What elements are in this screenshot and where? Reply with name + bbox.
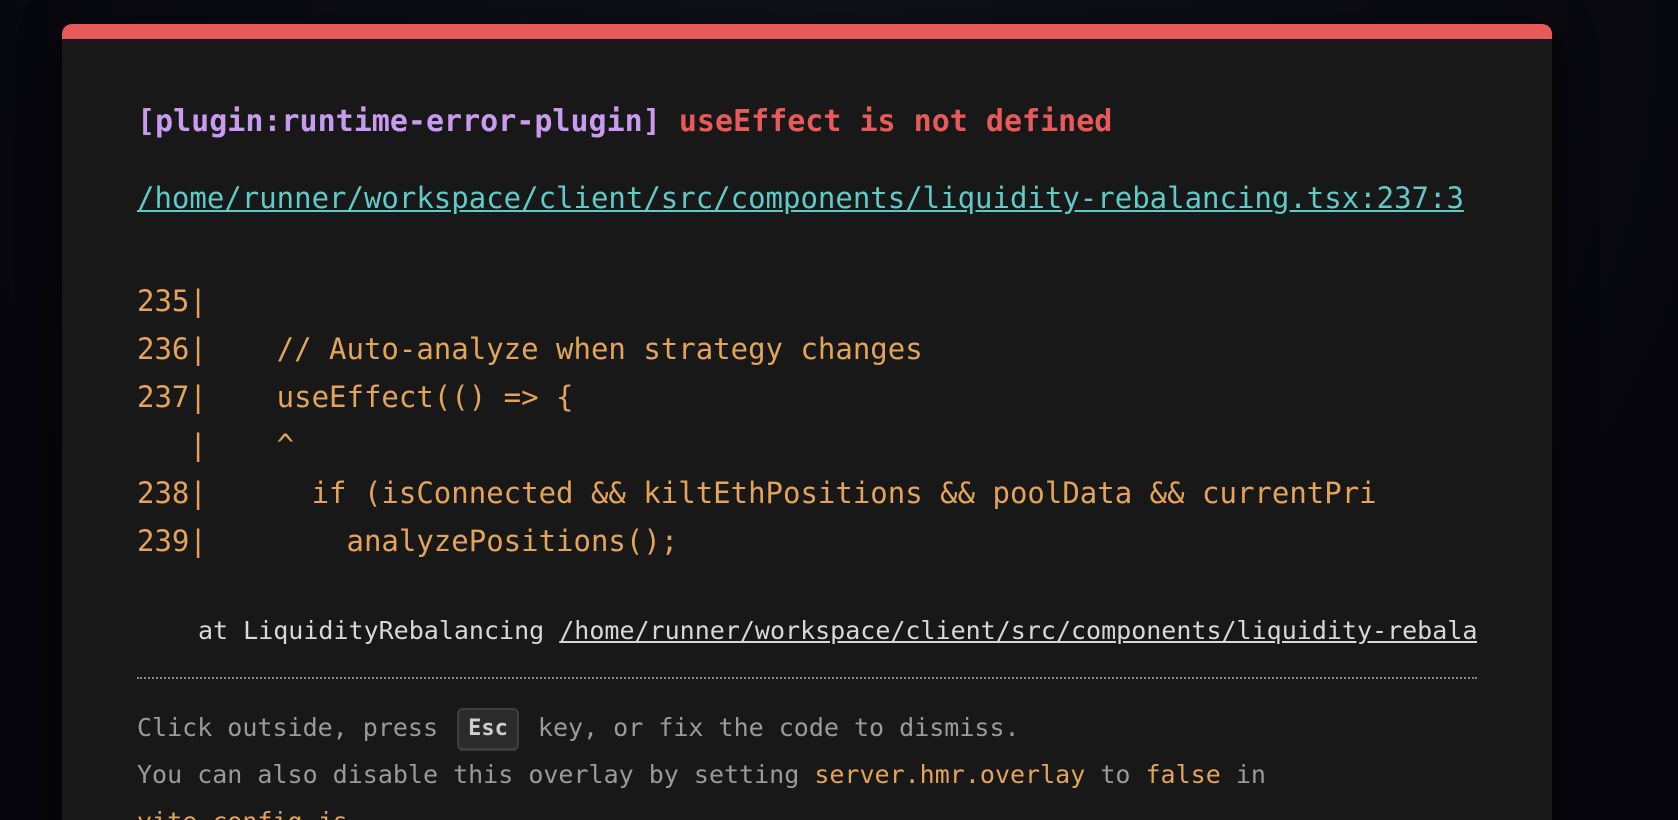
stack-file-link[interactable]: /home/runner/workspace/client/src/compon…	[559, 616, 1477, 645]
tip-line-2: You can also disable this overlay by set…	[137, 751, 1477, 798]
tip-text: You can also disable this overlay by set…	[137, 760, 800, 789]
esc-key: Esc	[457, 708, 519, 751]
code-frame: 235| 236| // Auto-analyze when strategy …	[137, 277, 1477, 565]
tip-text: .	[348, 807, 363, 820]
false-code: false	[1145, 760, 1221, 789]
tip-text: in	[1235, 760, 1266, 789]
tip-line-3: vite.config.js.	[137, 798, 1477, 820]
tip-text: key, or fix the code to dismiss.	[537, 713, 1020, 742]
plugin-name: [plugin:runtime-error-plugin]	[137, 104, 661, 139]
tip-text: Click outside, press	[137, 713, 439, 742]
error-message-body: useEffect is not defined	[678, 104, 1113, 139]
code-frame-line: 237| useEffect(() => {	[137, 380, 574, 414]
tip-text: to	[1100, 760, 1131, 789]
config-file-code: vite.config.js	[137, 807, 348, 820]
error-file-link[interactable]: /home/runner/workspace/client/src/compon…	[137, 174, 1477, 222]
dismiss-tip: Click outside, press Esc key, or fix the…	[137, 704, 1477, 820]
code-frame-line: 239| analyzePositions();	[137, 524, 679, 558]
error-message: [plugin:runtime-error-plugin] useEffect …	[137, 107, 1112, 137]
stack-function: at LiquidityRebalancing	[198, 616, 545, 645]
code-frame-line: 238| if (isConnected && kiltEthPositions…	[137, 476, 1377, 510]
code-frame-caret-line: | ^	[137, 428, 295, 462]
code-frame-line: 235|	[137, 284, 207, 318]
code-frame-line: 236| // Auto-analyze when strategy chang…	[137, 332, 923, 366]
error-overlay: [plugin:runtime-error-plugin] useEffect …	[62, 24, 1552, 820]
divider	[137, 677, 1477, 679]
setting-code: server.hmr.overlay	[814, 760, 1086, 789]
stack-trace: at LiquidityRebalancing /home/runner/wor…	[137, 607, 1477, 655]
tip-line-1: Click outside, press Esc key, or fix the…	[137, 704, 1477, 751]
